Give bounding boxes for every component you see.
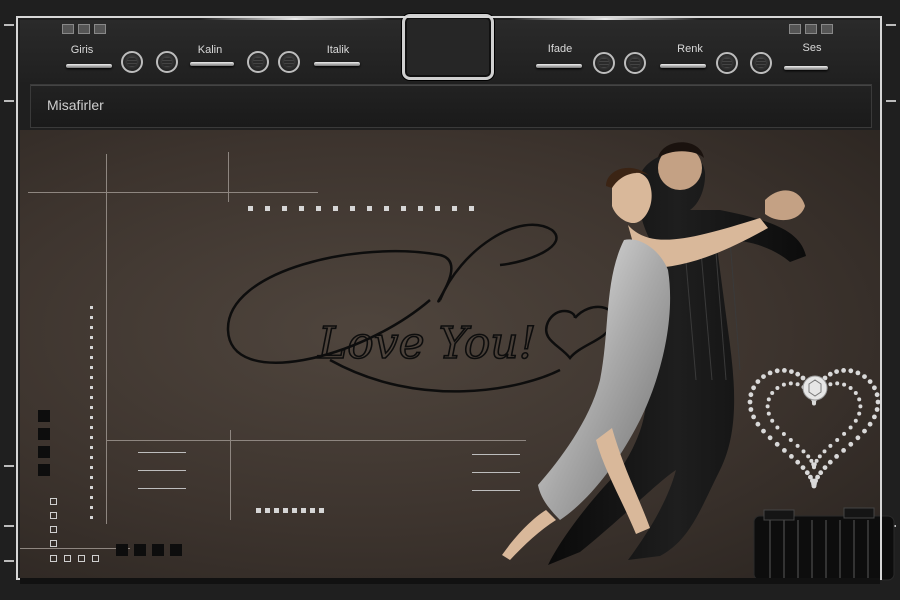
bottom-strip bbox=[20, 578, 880, 584]
outer-border bbox=[16, 16, 882, 580]
